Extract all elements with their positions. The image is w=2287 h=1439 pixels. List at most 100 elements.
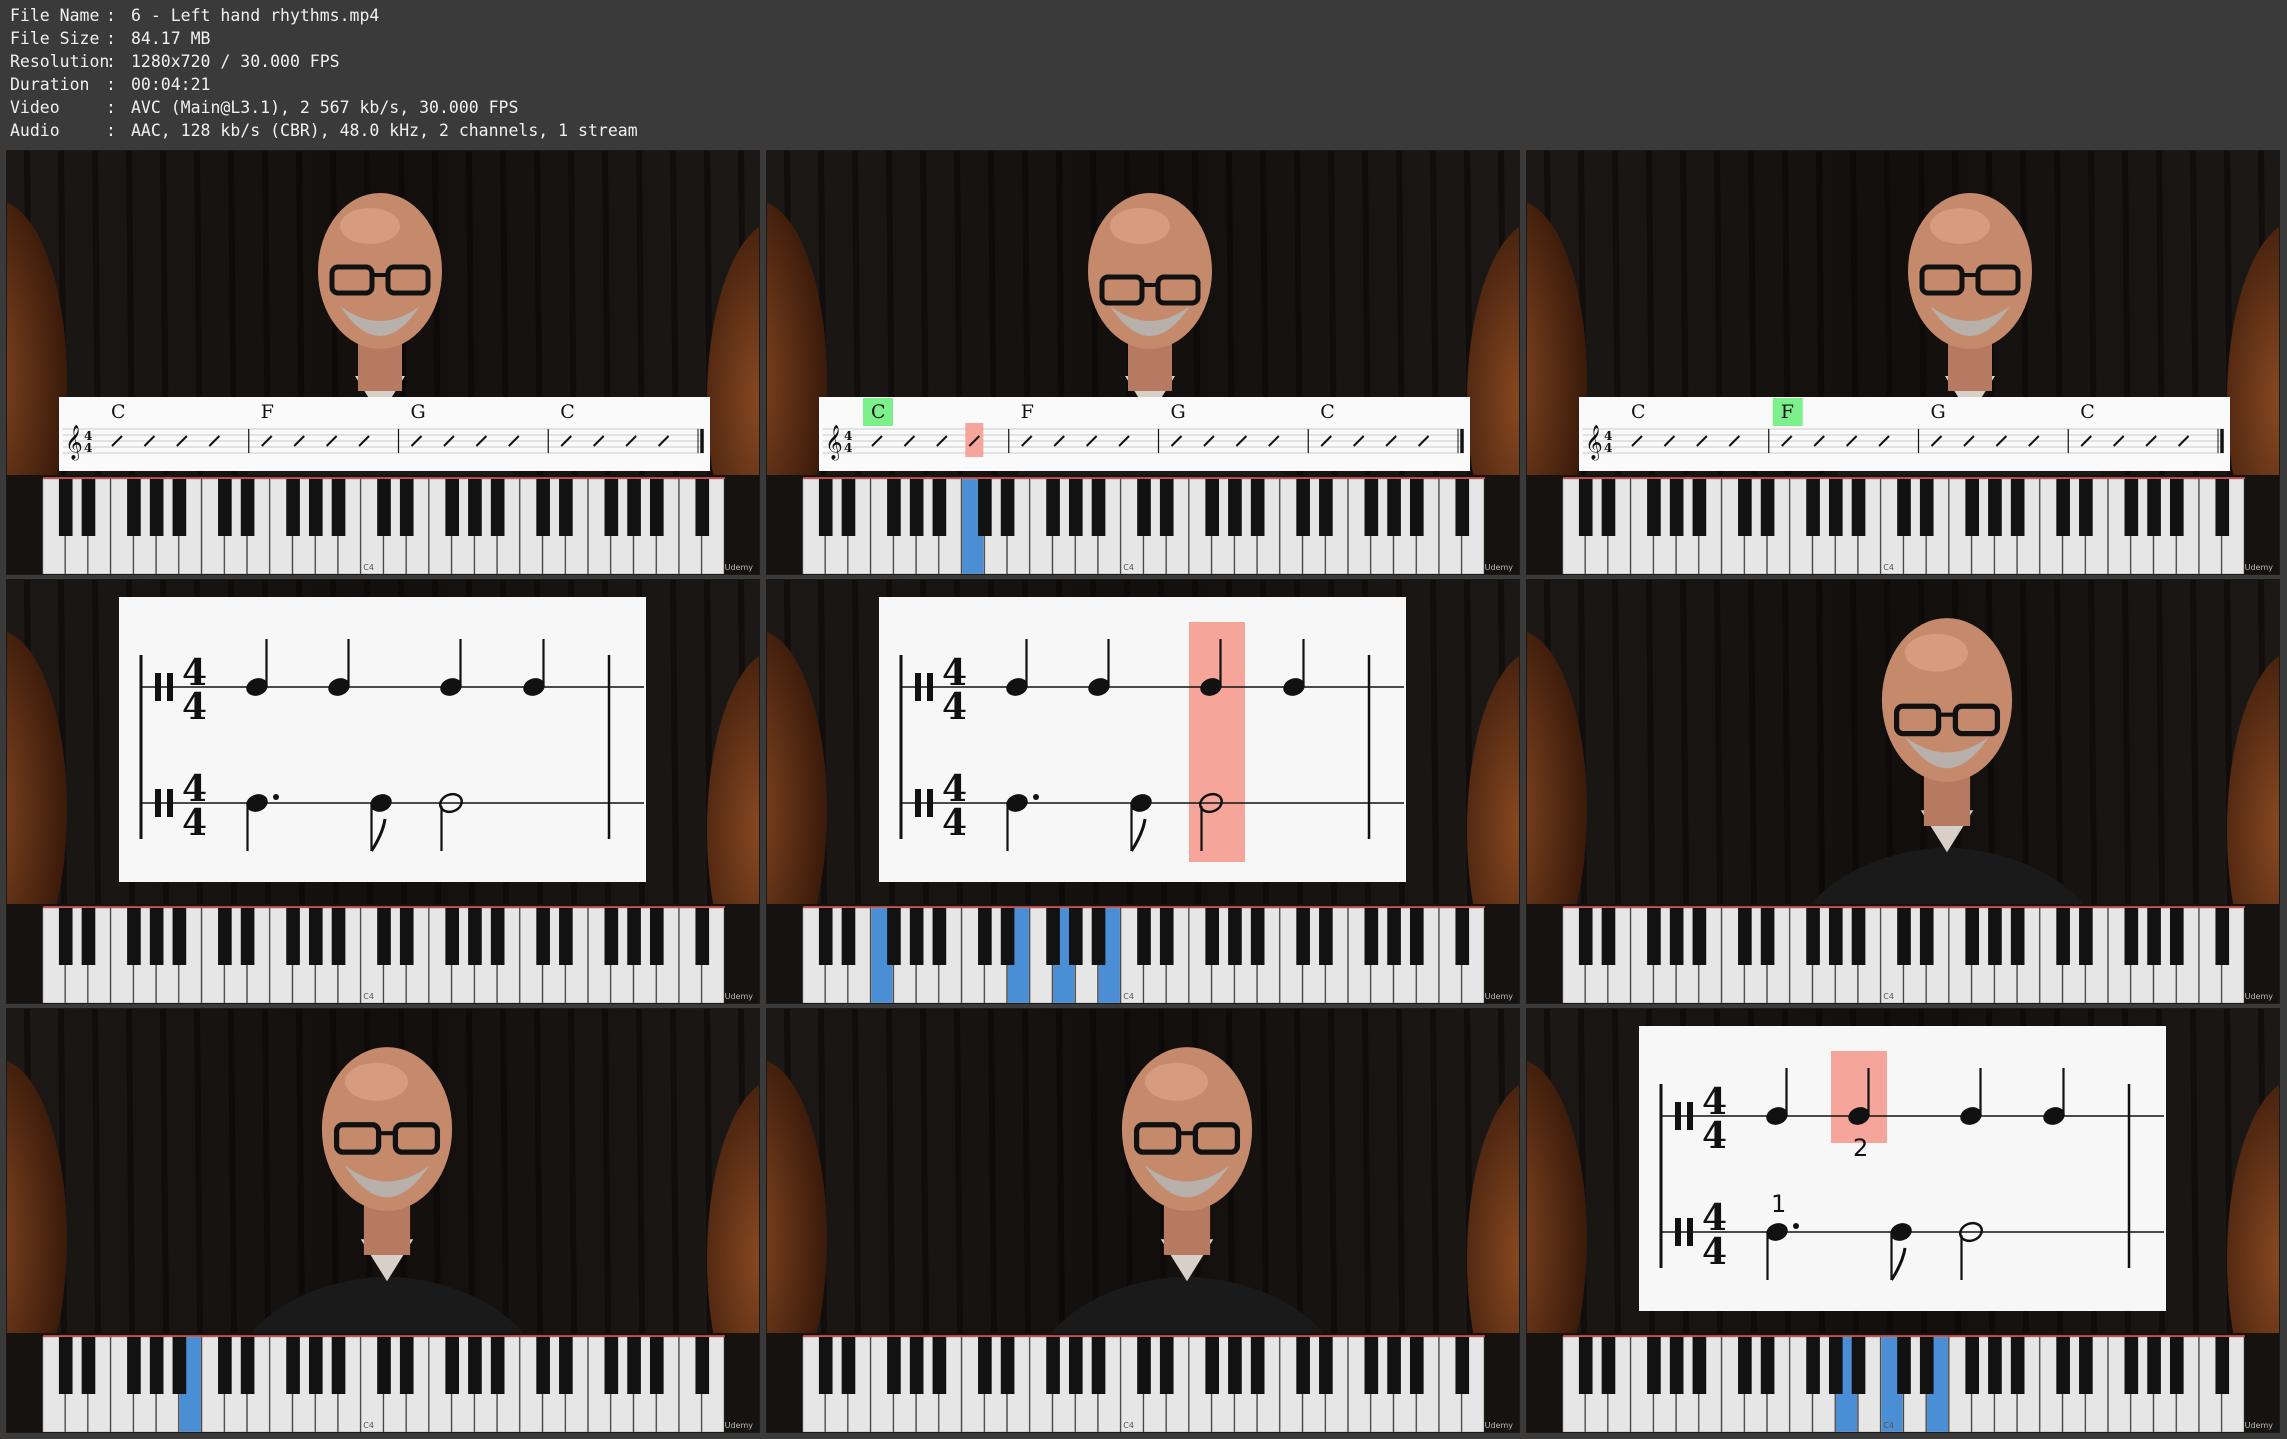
black-key xyxy=(286,1337,300,1394)
black-key xyxy=(909,1337,924,1394)
thumbnail-frame: C4 Udemy xyxy=(1527,580,2279,1003)
black-key xyxy=(127,479,141,536)
black-key xyxy=(1897,479,1911,536)
black-key xyxy=(1046,479,1060,536)
time-signature-bottom: 4 xyxy=(182,686,207,728)
black-key xyxy=(1159,479,1174,536)
black-key xyxy=(218,479,232,536)
black-key xyxy=(1296,1337,1310,1394)
media-info-value: 1280x720 / 30.000 FPS xyxy=(131,52,340,71)
black-key xyxy=(1578,479,1593,536)
black-key xyxy=(1738,908,1752,965)
black-key xyxy=(218,908,232,965)
percussion-clef-icon xyxy=(1675,1102,1681,1130)
black-key xyxy=(2079,479,2093,536)
black-key xyxy=(818,1337,833,1394)
black-key xyxy=(1387,1337,1401,1394)
chord-symbol: F xyxy=(1781,401,1794,423)
black-key xyxy=(1988,1337,2002,1394)
black-key xyxy=(2124,479,2139,536)
thumbnail-frame: 𝄞 44C F G CC4 Udemy xyxy=(1527,151,2279,574)
black-key xyxy=(818,908,833,965)
black-key xyxy=(1669,908,1684,965)
beat-highlight xyxy=(1189,622,1245,862)
black-key xyxy=(240,1337,255,1394)
black-key xyxy=(1851,1337,1866,1394)
black-key xyxy=(490,1337,505,1394)
black-key xyxy=(1851,479,1866,536)
black-key xyxy=(399,479,414,536)
thumbnail-grid: 𝄞 4 4 C F G C C4 Udemy 𝄞 4 4 C F G C C4 Udemy 𝄞 4 4 C F G C C4 Ude… xyxy=(6,150,2282,1436)
black-key xyxy=(1046,1337,1060,1394)
media-info-value: 6 - Left hand rhythms.mp4 xyxy=(131,6,380,25)
media-info-separator: : xyxy=(106,121,116,140)
black-key xyxy=(887,479,901,536)
black-key xyxy=(1068,908,1083,965)
percussion-clef-icon xyxy=(155,789,161,817)
time-signature-bottom: 4 xyxy=(1702,1231,1727,1273)
black-key xyxy=(887,908,901,965)
thumbnail-frame: 𝄞 44C F G CC4 Udemy xyxy=(7,151,759,574)
chord-symbol: G xyxy=(411,401,426,423)
black-key xyxy=(58,908,73,965)
black-key xyxy=(1205,1337,1220,1394)
chord-symbol: C xyxy=(871,401,886,423)
black-key xyxy=(1897,1337,1911,1394)
black-key xyxy=(1364,479,1379,536)
black-key xyxy=(841,908,856,965)
black-key xyxy=(1137,1337,1151,1394)
black-key xyxy=(1760,1337,1775,1394)
treble-clef-icon: 𝄞 xyxy=(825,425,843,461)
video-thumbnail-t1[interactable]: 𝄞 4 4 C F G C C4 Udemy xyxy=(6,150,760,575)
black-key xyxy=(286,479,300,536)
video-thumbnail-t5[interactable]: 4 4 4 4 C4 Udemy xyxy=(766,579,1520,1004)
middle-c-label: C4 xyxy=(363,563,374,572)
percussion-clef-icon xyxy=(915,673,921,701)
black-key xyxy=(377,1337,391,1394)
black-key xyxy=(1319,908,1333,965)
media-info-label: Resolution xyxy=(10,52,110,71)
thumbnail-frame: 𝄞 44C F G CC4 Udemy xyxy=(767,151,1519,574)
black-key xyxy=(1409,1337,1424,1394)
video-thumbnail-t6[interactable]: C4 Udemy xyxy=(1526,579,2280,1004)
treble-clef-icon: 𝄞 xyxy=(1585,425,1603,461)
black-key xyxy=(1250,908,1265,965)
black-key xyxy=(1738,1337,1752,1394)
chord-chart xyxy=(819,397,1470,471)
black-key xyxy=(649,479,664,536)
black-key xyxy=(1601,908,1616,965)
black-key xyxy=(1091,1337,1106,1394)
video-thumbnail-t4[interactable]: 4 4 4 4 C4 Udemy xyxy=(6,579,760,1004)
media-info-row: Audio: AAC, 128 kb/s (CBR), 48.0 kHz, 2 c… xyxy=(10,119,638,142)
thumbnail-frame: 4444C4 Udemy xyxy=(767,580,1519,1003)
black-key xyxy=(1409,479,1424,536)
video-thumbnail-t8[interactable]: C4 Udemy xyxy=(766,1008,1520,1433)
black-key xyxy=(1828,479,1843,536)
time-signature-bottom: 4 xyxy=(844,441,852,455)
media-info-separator: : xyxy=(106,29,116,48)
black-key xyxy=(932,479,947,536)
black-key xyxy=(1919,908,1934,965)
video-thumbnail-t3[interactable]: 𝄞 4 4 C F G C C4 Udemy xyxy=(1526,150,2280,575)
video-thumbnail-t7[interactable]: C4 Udemy xyxy=(6,1008,760,1433)
time-signature-bottom: 4 xyxy=(84,441,92,455)
chord-chart xyxy=(59,397,710,471)
black-key xyxy=(604,1337,619,1394)
chord-symbol: G xyxy=(1171,401,1186,423)
black-key xyxy=(2010,479,2025,536)
black-key xyxy=(695,479,710,536)
black-key xyxy=(1897,908,1911,965)
beat-number-1: 1 xyxy=(1771,1190,1786,1218)
black-key xyxy=(1806,908,1820,965)
black-key xyxy=(1091,479,1106,536)
black-key xyxy=(909,908,924,965)
black-key xyxy=(58,1337,73,1394)
black-key xyxy=(818,479,833,536)
middle-c-label: C4 xyxy=(363,992,374,1001)
beat-number-2: 2 xyxy=(1853,1134,1868,1162)
black-key xyxy=(1159,908,1174,965)
video-thumbnail-t2[interactable]: 𝄞 4 4 C F G C C4 Udemy xyxy=(766,150,1520,575)
media-info-label: File Size xyxy=(10,29,100,48)
black-key xyxy=(1409,908,1424,965)
video-thumbnail-t9[interactable]: 4 4 4 4 1 2 C4 Udemy xyxy=(1526,1008,2280,1433)
